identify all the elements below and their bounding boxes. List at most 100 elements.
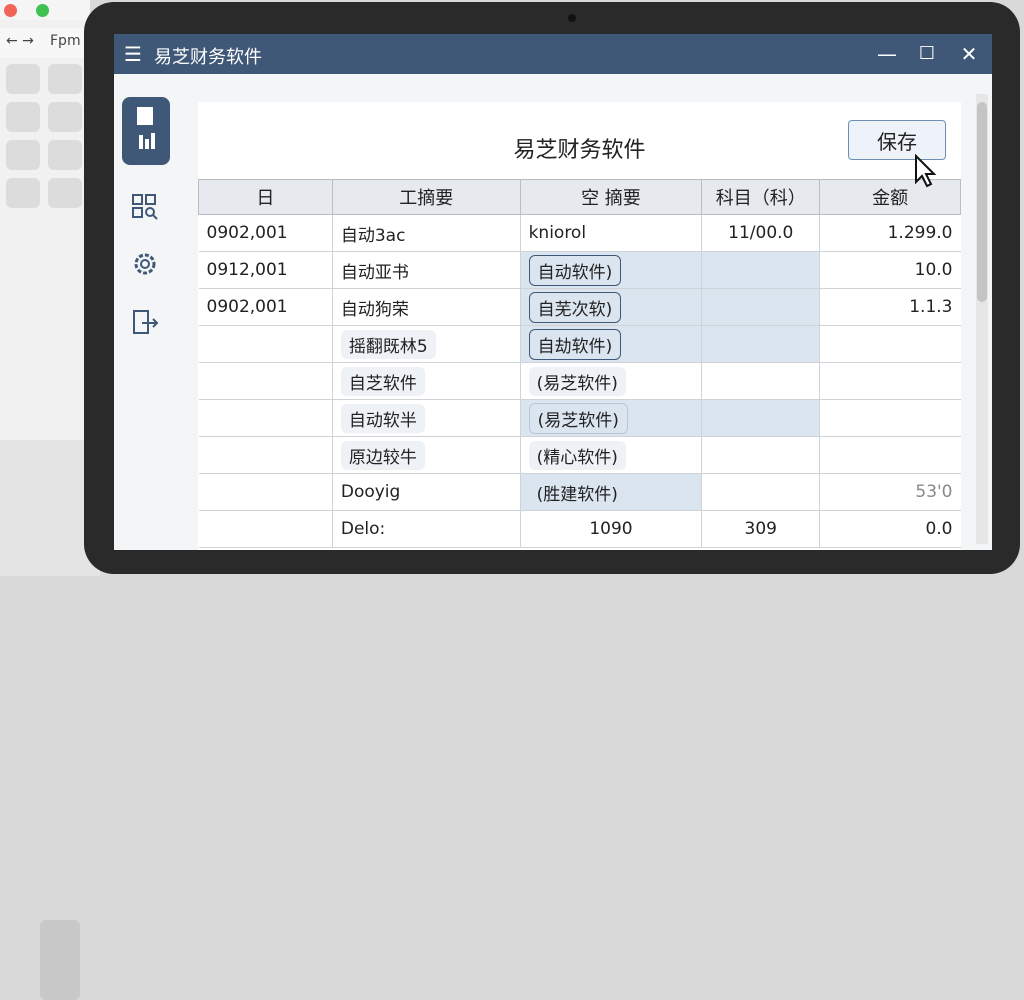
cell-date[interactable] xyxy=(198,325,333,363)
cell-amount[interactable]: 1.299.0 xyxy=(819,214,961,252)
bg-tile xyxy=(6,102,40,132)
keyboard xyxy=(40,920,80,1000)
cell-memo[interactable]: 自动软半 xyxy=(331,399,521,437)
bg-tile xyxy=(48,64,82,94)
cell-subject[interactable]: 11/00.0 xyxy=(701,214,820,252)
cell-date[interactable] xyxy=(198,399,333,437)
minimize-icon[interactable]: — xyxy=(874,41,900,67)
scrollbar-thumb[interactable] xyxy=(977,102,987,302)
app-window: ☰ 易芝财务软件 — ☐ ✕ 易芝财务软件 保存 日 工摘要 空 摘要 科目（科… xyxy=(114,34,992,550)
cell-memo[interactable]: 原边较牛 xyxy=(331,436,521,474)
cell-subject[interactable] xyxy=(701,436,820,474)
close-icon[interactable]: ✕ xyxy=(956,41,982,67)
column-header-amount[interactable]: 金额 xyxy=(819,179,961,215)
table-row[interactable]: 原边较牛 (精心软件) xyxy=(198,436,961,474)
summary-tag[interactable]: 自芜次软) xyxy=(528,291,622,323)
cell-subject[interactable]: 309 xyxy=(701,510,820,548)
table-header-row: 日 工摘要 空 摘要 科目（科） 金额 xyxy=(198,179,961,215)
column-header-summary[interactable]: 空 摘要 xyxy=(519,179,703,215)
table-row[interactable]: 0902,001 自动3ac kniorol 11/00.0 1.299.0 xyxy=(198,214,961,252)
summary-tag[interactable]: (胜建软件) xyxy=(528,477,626,507)
memo-tag: 自芝软件 xyxy=(340,366,425,396)
cell-memo[interactable]: 自动亚书 xyxy=(331,251,521,289)
table-row[interactable]: Delo: 1090 309 0.0 xyxy=(198,510,961,548)
table-row[interactable]: 自芝软件 (易芝软件) xyxy=(198,362,961,400)
background-window: ← → Fpm xyxy=(0,0,90,440)
cell-amount[interactable]: 10.0 xyxy=(819,251,961,289)
memo-tag: 自动软半 xyxy=(340,403,425,433)
background-nav: ← → Fpm xyxy=(0,28,90,58)
cell-memo[interactable]: 自动狗荣 xyxy=(331,288,521,326)
table-row[interactable]: 摇翻既林5 自劫软件) xyxy=(198,325,961,363)
bg-tile xyxy=(6,178,40,208)
tablet-device: ☰ 易芝财务软件 — ☐ ✕ 易芝财务软件 保存 日 工摘要 空 摘要 科目（科… xyxy=(84,2,1020,574)
background-titlebar xyxy=(0,0,90,20)
cell-memo[interactable]: 摇翻既林5 xyxy=(331,325,521,363)
column-header-subject[interactable]: 科目（科） xyxy=(701,179,821,215)
cell-summary[interactable]: (胜建软件) xyxy=(519,473,702,511)
cell-memo[interactable]: Dooyig xyxy=(331,473,521,511)
summary-tag[interactable]: (精心软件) xyxy=(528,440,626,470)
nav-text: Fpm xyxy=(50,33,81,49)
column-header-date[interactable]: 日 xyxy=(198,179,333,215)
zoom-dot-icon xyxy=(36,4,49,17)
cell-date[interactable]: 0912,001 xyxy=(198,251,333,289)
cell-summary[interactable]: (易芝软件) xyxy=(519,399,702,437)
window-title: 易芝财务软件 xyxy=(154,47,262,68)
cell-amount[interactable] xyxy=(819,362,961,400)
vertical-scrollbar[interactable] xyxy=(976,94,988,544)
table-row[interactable]: 0912,001 自动亚书 自动软件) 10.0 xyxy=(198,251,961,289)
cell-memo[interactable]: Delo: xyxy=(331,510,521,548)
cell-summary[interactable]: (精心软件) xyxy=(519,436,702,474)
cell-date[interactable] xyxy=(198,362,333,400)
cell-amount[interactable] xyxy=(819,436,961,474)
document-chart-icon xyxy=(137,107,155,149)
cell-subject[interactable] xyxy=(701,251,820,289)
grid-search-icon[interactable] xyxy=(130,192,160,222)
table-row[interactable]: Dooyig (胜建软件) 53'0 xyxy=(198,473,961,511)
summary-tag[interactable]: (易芝软件) xyxy=(528,402,628,434)
cell-subject[interactable] xyxy=(701,362,820,400)
gear-icon[interactable] xyxy=(130,249,160,279)
close-dot-icon xyxy=(4,4,17,17)
cell-subject[interactable] xyxy=(701,399,820,437)
cell-date[interactable]: 0902,001 xyxy=(198,288,333,326)
cell-amount[interactable]: 1.1.3 xyxy=(819,288,961,326)
sidebar-item-ledger[interactable] xyxy=(122,97,170,165)
summary-tag[interactable]: 自劫软件) xyxy=(528,328,622,360)
memo-tag: 原边较牛 xyxy=(340,440,425,470)
ledger-table: 日 工摘要 空 摘要 科目（科） 金额 0902,001 自动3ac knior… xyxy=(198,179,961,548)
cell-amount[interactable] xyxy=(819,399,961,437)
cell-summary[interactable]: 自动软件) xyxy=(519,251,702,289)
cell-subject[interactable] xyxy=(701,288,820,326)
cell-summary[interactable]: 自劫软件) xyxy=(519,325,702,363)
document-title: 易芝财务软件 xyxy=(513,138,646,163)
cell-subject[interactable] xyxy=(701,473,820,511)
memo-tag: 摇翻既林5 xyxy=(340,329,436,359)
export-icon[interactable] xyxy=(130,308,160,338)
cell-summary[interactable]: (易芝软件) xyxy=(519,362,702,400)
bg-tile xyxy=(48,178,82,208)
cell-summary[interactable]: 自芜次软) xyxy=(519,288,702,326)
cell-memo[interactable]: 自动3ac xyxy=(331,214,521,252)
title-bar: ☰ 易芝财务软件 — ☐ ✕ xyxy=(114,34,992,74)
cell-date[interactable]: 0902,001 xyxy=(198,214,333,252)
hamburger-icon[interactable]: ☰ xyxy=(124,42,142,66)
bg-tile xyxy=(6,64,40,94)
cell-summary[interactable]: kniorol xyxy=(519,214,702,252)
cell-subject[interactable] xyxy=(701,325,820,363)
cell-date[interactable] xyxy=(198,436,333,474)
cell-amount[interactable]: 0.0 xyxy=(819,510,961,548)
maximize-icon[interactable]: ☐ xyxy=(914,41,940,67)
table-row[interactable]: 自动软半 (易芝软件) xyxy=(198,399,961,437)
cell-summary[interactable]: 1090 xyxy=(519,510,702,548)
summary-tag[interactable]: (易芝软件) xyxy=(528,366,626,396)
cell-memo[interactable]: 自芝软件 xyxy=(331,362,521,400)
table-row[interactable]: 0902,001 自动狗荣 自芜次软) 1.1.3 xyxy=(198,288,961,326)
cell-date[interactable] xyxy=(198,510,333,548)
cell-amount[interactable] xyxy=(819,325,961,363)
cell-date[interactable] xyxy=(198,473,333,511)
summary-tag[interactable]: 自动软件) xyxy=(528,254,622,286)
column-header-memo[interactable]: 工摘要 xyxy=(331,179,521,215)
cell-amount[interactable]: 53'0 xyxy=(819,473,961,511)
